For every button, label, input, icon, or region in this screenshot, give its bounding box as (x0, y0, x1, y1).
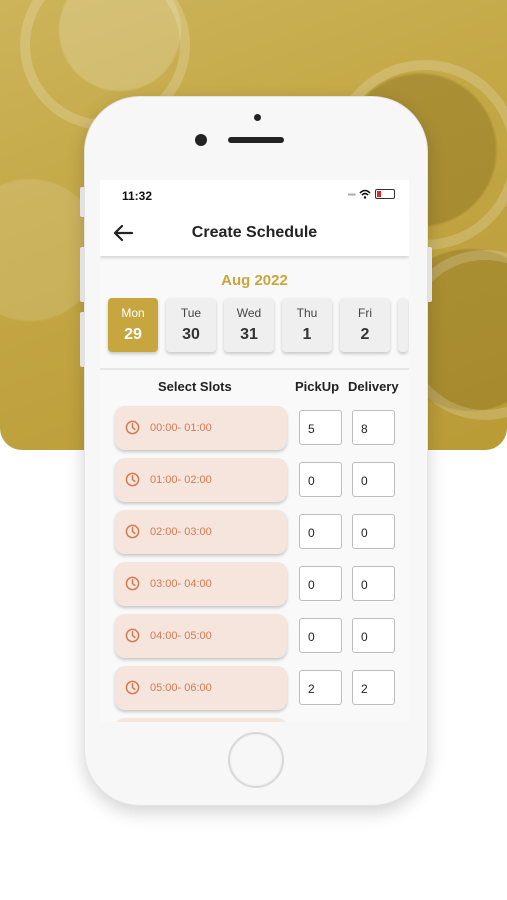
slot-time-range: 04:00- 05:00 (150, 630, 212, 642)
clock-icon (125, 576, 140, 591)
pickup-header: PickUp (295, 379, 340, 394)
day-card-mon[interactable]: Mon 29 (108, 298, 158, 352)
app-screen: 11:32 ▪▪▪▪ Create Schedule Aug 2022 Mon 2… (100, 180, 409, 722)
phone-sensor (254, 114, 261, 121)
day-date: 1 (302, 326, 312, 343)
time-slot-button[interactable]: 05:00- 06:00 (115, 666, 287, 710)
pickup-count-field[interactable]: 5 (299, 410, 342, 445)
pickup-count-field[interactable]: 0 (299, 462, 342, 497)
status-bar: 11:32 ▪▪▪▪ (100, 180, 409, 210)
day-name: Thu (296, 306, 318, 320)
slot-time-range: 03:00- 04:00 (150, 578, 212, 590)
phone-side-button (80, 187, 85, 217)
phone-side-button (80, 247, 85, 302)
divider (100, 368, 409, 370)
day-selector: Mon 29 Tue 30 Wed 31 Thu 1 Fri 2 (108, 298, 408, 352)
slot-time-range: 05:00- 06:00 (150, 682, 212, 694)
pickup-count-field[interactable]: 0 (299, 566, 342, 601)
app-header: Create Schedule (100, 210, 409, 256)
time-slot-button[interactable]: 01:00- 02:00 (115, 458, 287, 502)
pickup-count-field[interactable]: 2 (299, 670, 342, 705)
clock-icon (125, 524, 140, 539)
day-name: Mon (121, 306, 145, 320)
day-name: Tue (180, 306, 202, 320)
phone-side-button (427, 247, 432, 302)
month-label: Aug 2022 (221, 272, 288, 289)
delivery-header: Delivery (348, 379, 399, 394)
day-name: Wed (236, 306, 262, 320)
day-card-fri[interactable]: Fri 2 (340, 298, 390, 352)
home-button[interactable] (228, 732, 284, 788)
slot-time-range: 01:00- 02:00 (150, 474, 212, 486)
phone-speaker (228, 137, 284, 143)
time-slot-button[interactable]: 04:00- 05:00 (115, 614, 287, 658)
delivery-count-field[interactable]: 0 (352, 566, 395, 601)
day-date: 2 (360, 326, 370, 343)
slot-time-range: 02:00- 03:00 (150, 526, 212, 538)
clock-icon (125, 680, 140, 695)
pickup-count-field[interactable]: 0 (299, 514, 342, 549)
day-date: 29 (124, 326, 142, 343)
delivery-count-field[interactable]: 0 (352, 514, 395, 549)
page-title: Create Schedule (191, 224, 318, 241)
day-date: 31 (240, 326, 258, 343)
delivery-count-field[interactable]: 0 (352, 462, 395, 497)
slot-time-range: 00:00- 01:00 (150, 422, 212, 434)
time-slot-button[interactable]: 02:00- 03:00 (115, 510, 287, 554)
clock-icon (125, 472, 140, 487)
time-slot-button-partial[interactable] (115, 718, 287, 722)
delivery-count-field[interactable]: 8 (352, 410, 395, 445)
day-name: Fri (358, 306, 372, 320)
day-card-partial[interactable] (398, 298, 408, 352)
time-slot-button[interactable]: 00:00- 01:00 (115, 406, 287, 450)
select-slots-header: Select Slots (158, 379, 232, 394)
clock-icon (125, 420, 140, 435)
clock-icon (125, 628, 140, 643)
time-slot-button[interactable]: 03:00- 04:00 (115, 562, 287, 606)
phone-camera (195, 134, 207, 146)
day-card-tue[interactable]: Tue 30 (166, 298, 216, 352)
day-card-thu[interactable]: Thu 1 (282, 298, 332, 352)
day-date: 30 (182, 326, 200, 343)
day-card-wed[interactable]: Wed 31 (224, 298, 274, 352)
phone-side-button (80, 312, 85, 367)
status-time: 11:32 (122, 189, 153, 203)
wifi-icon (359, 189, 371, 199)
signal-icon: ▪▪▪▪ (347, 189, 356, 199)
battery-icon (375, 189, 395, 199)
pickup-count-field[interactable]: 0 (299, 618, 342, 653)
delivery-count-field[interactable]: 2 (352, 670, 395, 705)
status-icons: ▪▪▪▪ (348, 189, 395, 199)
delivery-count-field[interactable]: 0 (352, 618, 395, 653)
